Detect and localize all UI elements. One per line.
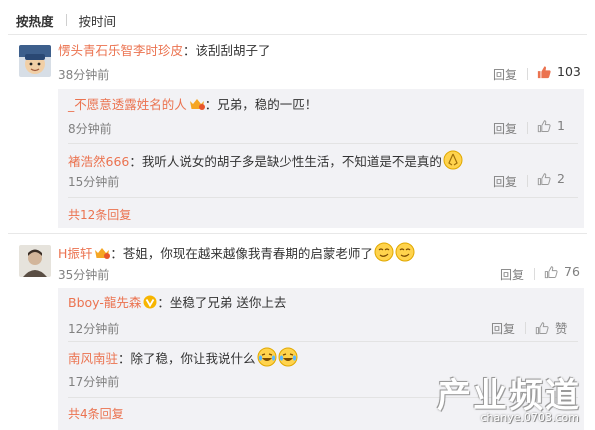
praying-hands-emoji-icon (443, 150, 463, 170)
reply-button[interactable]: 回复 (491, 320, 515, 337)
site-watermark: 产业频道 chanye.0703.com (433, 368, 585, 426)
username-link[interactable]: 愣头青石乐智李时珍皮 (58, 43, 183, 58)
like-button[interactable]: 1 (537, 118, 565, 133)
sort-bar: 按热度 按时间 (16, 8, 116, 32)
reply-button[interactable]: 回复 (493, 173, 517, 190)
like-button[interactable]: 103 (537, 64, 581, 79)
reply-button[interactable]: 回复 (493, 120, 517, 137)
like-count: 1 (557, 118, 565, 133)
reply-text: ：坐稳了兄弟 送你上去 (157, 295, 287, 310)
reply-text: ：兄弟，稳的一匹！ (204, 97, 318, 112)
comment-text: ：苍姐，你现在越来越像我青春期的启蒙老师了 (110, 246, 373, 261)
reply-time: 15分钟前 (68, 175, 120, 189)
smirk-emoji-icon (374, 242, 394, 262)
like-count: 76 (564, 264, 580, 279)
action-separator (534, 268, 535, 280)
reply-time: 17分钟前 (68, 375, 120, 389)
action-separator (527, 68, 528, 80)
username-link[interactable]: H振轩 (58, 246, 92, 261)
like-count: 103 (557, 64, 581, 79)
like-button[interactable]: 76 (544, 264, 580, 279)
avatar[interactable] (19, 245, 51, 277)
like-count: 2 (557, 171, 565, 186)
tears-of-joy-emoji-icon (278, 347, 298, 367)
avatar-image-icon (19, 245, 51, 277)
reply-text: ：除了稳，你让我说什么 (118, 351, 256, 366)
reply-text-line: Bboy-龍先森 ：坐稳了兄弟 送你上去 (68, 294, 286, 312)
action-separator (525, 322, 526, 334)
more-replies-link[interactable]: 共4条回复 (68, 405, 124, 422)
thumbs-up-icon (537, 119, 551, 132)
vip-crown-badge-icon (189, 99, 205, 110)
top-divider (8, 34, 587, 35)
more-replies-link[interactable]: 共12条回复 (68, 206, 131, 223)
reply-divider (68, 143, 578, 144)
username-link[interactable]: Bboy-龍先森 (68, 295, 141, 310)
sort-separator (65, 14, 67, 26)
thumbs-up-icon (537, 172, 551, 185)
vip-crown-badge-icon (95, 248, 111, 259)
action-separator (527, 175, 528, 187)
tears-of-joy-emoji-icon (257, 347, 277, 367)
reply-button[interactable]: 回复 (493, 66, 517, 83)
watermark-title: 产业频道 (437, 376, 581, 416)
reply-divider (68, 197, 578, 198)
watermark-url: chanye.0703.com (480, 411, 580, 424)
reply-text-line: 褚浩然666：我听人说女的胡子多是缺少性生活，不知道是不是真的 (68, 150, 463, 171)
sort-by-time-tab[interactable]: 按时间 (79, 11, 117, 30)
reply-divider (68, 341, 578, 342)
thumbs-up-icon (537, 65, 551, 78)
username-link[interactable]: _不愿意透露姓名的人 (68, 97, 187, 112)
thumbs-up-icon (535, 321, 549, 334)
action-separator (527, 122, 528, 134)
comment-divider (8, 233, 587, 234)
smirk-emoji-icon (395, 242, 415, 262)
like-label: 赞 (555, 321, 568, 336)
comment-text: ：该刮刮胡子了 (183, 43, 271, 58)
comment-time: 38分钟前 (58, 68, 110, 82)
comment-text-line: H振轩 ：苍姐，你现在越来越像我青春期的启蒙老师了 (58, 242, 415, 263)
comment-time: 35分钟前 (58, 268, 110, 282)
username-link[interactable]: 褚浩然666 (68, 154, 129, 169)
like-button[interactable]: 2 (537, 171, 565, 186)
like-button[interactable]: 赞 (535, 318, 568, 337)
reply-text-line: _不愿意透露姓名的人 ：兄弟，稳的一匹！ (68, 96, 317, 114)
username-link[interactable]: 南风南驻 (68, 351, 118, 366)
avatar-image-icon (19, 45, 51, 77)
reply-text-line: 南风南驻：除了稳，你让我说什么 (68, 347, 298, 368)
comment-text-line: 愣头青石乐智李时珍皮：该刮刮胡子了 (58, 42, 271, 60)
reply-time: 12分钟前 (68, 322, 120, 336)
reply-text: ：我听人说女的胡子多是缺少性生活，不知道是不是真的 (129, 154, 442, 169)
sort-by-hot-tab[interactable]: 按热度 (16, 11, 54, 30)
reply-time: 8分钟前 (68, 122, 112, 136)
verified-v-badge-icon (143, 295, 157, 309)
reply-button[interactable]: 回复 (500, 266, 524, 283)
thumbs-up-icon (544, 265, 558, 278)
avatar[interactable] (19, 45, 51, 77)
